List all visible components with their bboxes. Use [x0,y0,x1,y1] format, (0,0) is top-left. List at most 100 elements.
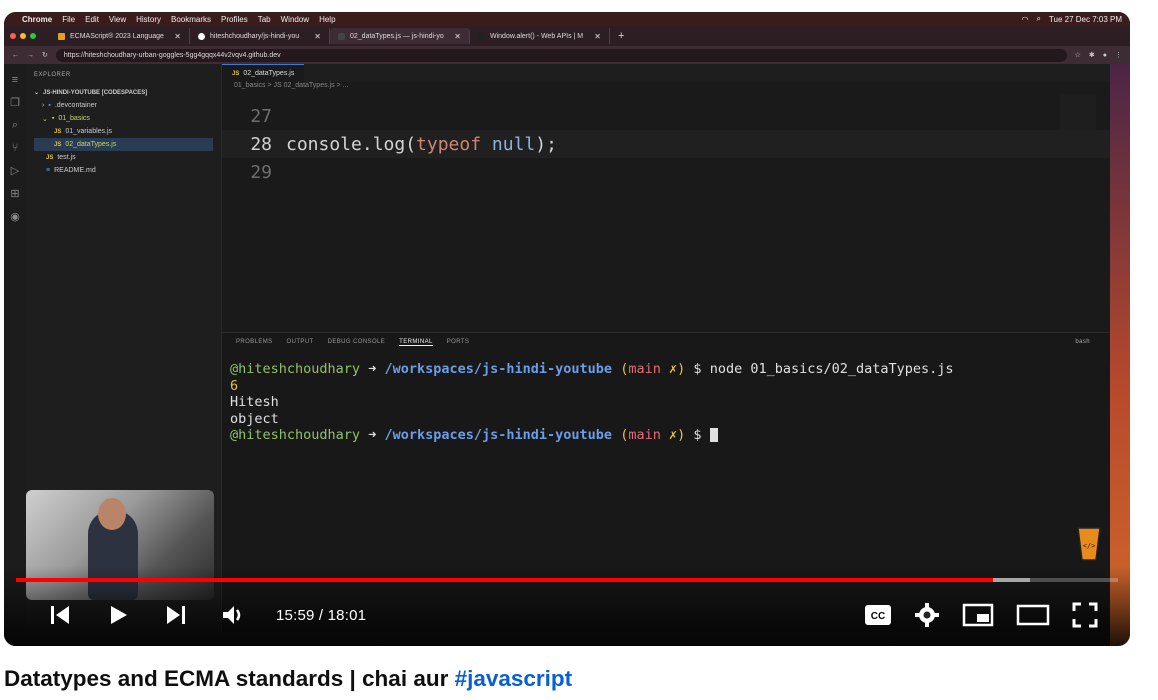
buffered-bar [993,578,1030,582]
play-icon [111,606,127,624]
code-token: null [491,133,536,155]
next-button[interactable] [156,595,196,635]
js-file-icon: JS [54,128,62,135]
tab-output: OUTPUT [286,339,314,345]
menu-item: History [136,14,162,24]
volume-button[interactable] [214,595,254,635]
more-icon: ⋮ [1115,52,1122,59]
back-icon: ← [12,51,19,59]
code-token: typeof [416,133,482,155]
wifi-icon: ◠ [1021,14,1029,24]
ecma-favicon-icon [58,32,65,40]
prompt-arrow: ➜ [368,427,377,443]
folder-label: .devcontainer [54,102,97,109]
prompt-branch-close: ) [677,427,686,443]
prompt-user: @hiteshchoudhary [230,427,361,443]
subtitles-icon[interactable]: CC [864,604,892,626]
terminal-command: node 01_basics/02_dataTypes.js [709,361,954,377]
new-tab-icon: + [618,30,625,42]
played-bar [16,578,994,582]
editor-tab-label: 02_dataTypes.js [243,70,295,77]
activity-bar: ≡ ❐ ⌕ ⑂ ▷ ⊞ ◉ [4,64,26,646]
source-control-icon: ⑂ [11,142,19,154]
close-icon [10,33,16,39]
code-line: 29 [222,158,1110,186]
previous-button[interactable] [40,595,80,635]
extensions-icon: ✱ [1088,52,1095,59]
file-label: 01_variables.js [65,128,113,135]
next-icon [167,606,185,624]
close-icon: ✕ [174,31,181,41]
volume-icon [223,606,241,624]
progress-bar[interactable] [16,578,1118,582]
code-line: 28 console.log(typeof null); [222,130,1110,158]
tab-debug-console: DEBUG CONSOLE [327,339,386,345]
browser-toolbar: ← → ↻ https://hiteshchoudhary-urban-gogg… [4,46,1130,64]
prompt-path: /workspaces/js-hindi-youtube [384,427,613,443]
menu-item: Chrome [22,14,53,24]
svg-text:CC: CC [871,611,885,622]
file-label: README.md [54,167,96,174]
chai-cup-logo-icon: </> [1077,527,1101,561]
menu-item: File [62,14,76,24]
browser-tab: 02_dataTypes.js — js-hindi-yo ✕ [330,28,470,44]
presenter-face [98,498,126,530]
js-file-icon: JS [232,70,240,77]
theater-mode-icon[interactable] [1016,603,1050,627]
tab-terminal: TERMINAL [399,338,433,346]
line-number: 28 [250,133,272,155]
title-text: Datatypes and ECMA standards | chai aur [4,666,455,691]
terminal-output: 6 [230,377,239,394]
menu-item: Window [280,14,310,24]
settings-gear-icon[interactable] [914,602,940,628]
file-label: 02_dataTypes.js [65,141,117,148]
editor-tabs: JS 02_dataTypes.js [222,64,1110,82]
terminal-output: Hitesh [230,394,279,410]
markdown-icon: ≡ [46,167,51,174]
browser-tab: Window.alert() - Web APIs | M ✕ [470,28,610,44]
file-item: ≡ README.md [34,164,213,177]
file-item: JS 02_dataTypes.js [34,138,213,151]
minimize-icon [20,33,26,39]
tab-title: Window.alert() - Web APIs | M [490,32,584,40]
project-name: JS-HINDI-YOUTUBE [CODESPACES] [43,89,148,96]
js-file-icon: JS [46,154,54,161]
file-label: test.js [57,154,76,161]
folder-label: 01_basics [58,115,90,122]
address-bar: https://hiteshchoudhary-urban-goggles-5g… [55,48,1067,62]
code-editor: JS 02_dataTypes.js 01_basics > JS 02_data… [222,64,1110,332]
minimap [1060,94,1096,134]
project-root: ⌄ JS-HINDI-YOUTUBE [CODESPACES] [34,89,148,97]
menu-item: Tab [257,14,271,24]
previous-icon [51,606,69,624]
fullscreen-icon[interactable] [1072,602,1098,628]
terminal-output: object [230,410,279,427]
miniplayer-icon[interactable] [962,603,994,627]
mdn-icon [478,32,485,40]
maximize-icon [30,33,36,39]
close-icon: ✕ [594,31,601,41]
star-icon: ☆ [1074,52,1081,59]
menu-item: Bookmarks [171,14,212,24]
url-text: https://hiteshchoudhary-urban-goggles-5g… [63,51,281,59]
search-icon: ⌕ [11,119,19,131]
github-icon [198,32,205,40]
profile-icon: ● [1102,51,1107,59]
panel-tabs: PROBLEMS OUTPUT DEBUG CONSOLE TERMINAL P… [222,333,1110,351]
prompt-symbol: $ [693,361,702,377]
hashtag-link[interactable]: #javascript [455,666,573,691]
right-controls: CC [864,602,1130,628]
file-item: JS test.js [34,151,213,164]
reload-icon: ↻ [42,52,48,59]
video-player[interactable]: Chrome File Edit View History Bookmarks … [4,12,1130,646]
terminal-line: @hiteshchoudhary ➜ /workspaces/js-hindi-… [230,427,1110,444]
browser-tab: ECMAScript® 2023 Language ✕ [50,28,190,44]
desktop-wallpaper [1110,12,1130,646]
mac-menu-bar: Chrome File Edit View History Bookmarks … [4,12,1130,26]
play-button[interactable] [98,595,138,635]
time-display: 15:59 / 18:01 [276,606,367,624]
prompt-branch: main [628,427,661,443]
line-number: 29 [250,161,272,183]
prompt-path: /workspaces/js-hindi-youtube [384,361,613,377]
code-token: console.log( [286,133,417,155]
